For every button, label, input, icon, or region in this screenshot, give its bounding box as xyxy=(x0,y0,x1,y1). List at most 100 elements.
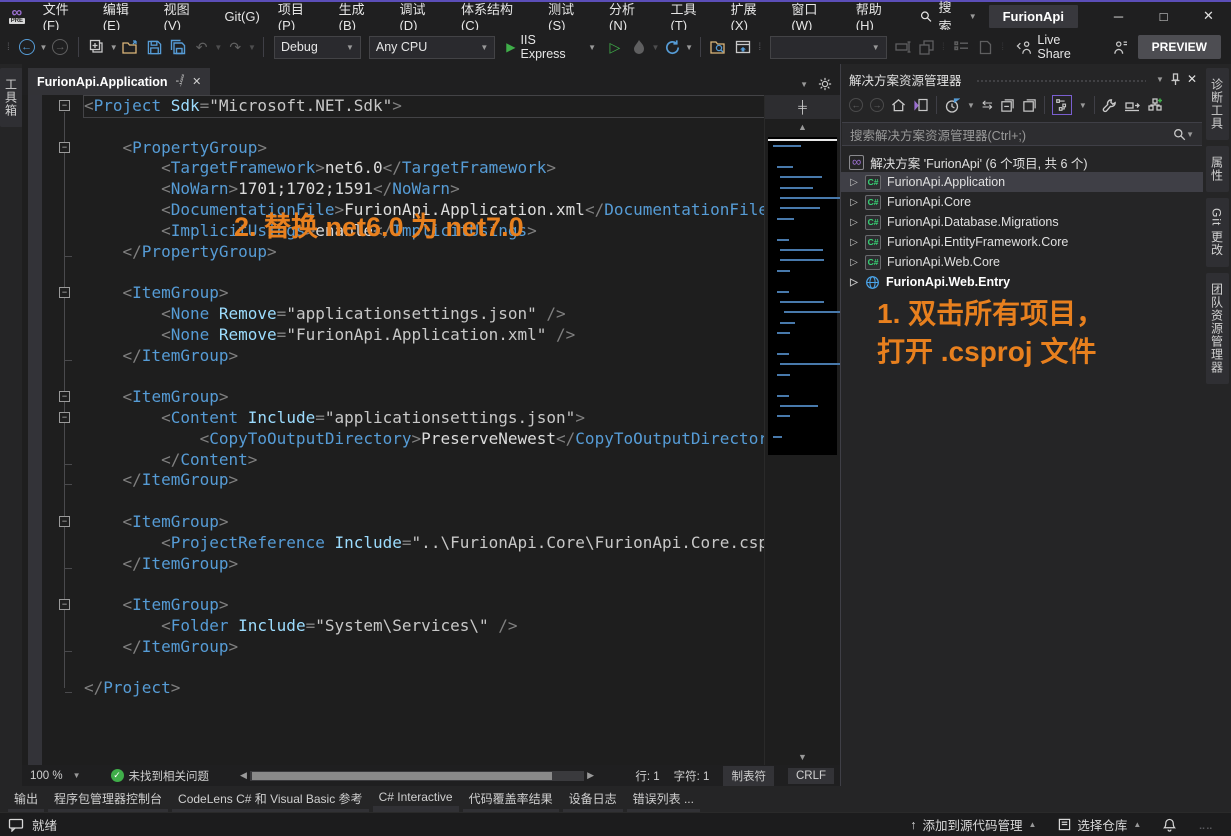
menu-item[interactable]: 扩展(X) xyxy=(722,2,783,30)
code-line[interactable] xyxy=(84,117,764,138)
menu-item[interactable]: 体系结构(C) xyxy=(452,2,539,30)
task-list-icon[interactable] xyxy=(951,35,973,59)
tool-window-tab[interactable]: 工具箱 xyxy=(0,68,23,127)
code-line[interactable] xyxy=(84,574,764,595)
solution-root-row[interactable]: ∞ 解决方案 'FurionApi' (6 个项目, 共 6 个) xyxy=(841,152,1203,172)
close-button[interactable]: ✕ xyxy=(1186,2,1231,30)
project-tree-item[interactable]: ▷C#FurionApi.Application xyxy=(841,172,1203,192)
scroll-left-icon[interactable]: ◀ xyxy=(237,770,250,781)
code-line[interactable]: <NoWarn>1701;1702;1591</NoWarn> xyxy=(84,179,764,200)
fold-collapse-icon[interactable]: − xyxy=(59,412,70,423)
code-line[interactable]: <CopyToOutputDirectory>PreserveNewest</C… xyxy=(84,429,764,450)
fold-collapse-icon[interactable]: − xyxy=(59,516,70,527)
scroll-down-icon[interactable]: ▼ xyxy=(765,749,840,765)
solution-explorer-search[interactable]: 搜索解决方案资源管理器(Ctrl+;) ▼ xyxy=(842,122,1202,146)
toolbar-grip[interactable]: ⁞ xyxy=(7,42,11,53)
select-repository-button[interactable]: 选择仓库 ▲ xyxy=(1058,815,1141,834)
expand-chevron-icon[interactable]: ▷ xyxy=(849,197,859,208)
new-project-dropdown[interactable]: ▼ xyxy=(110,43,118,52)
find-in-files-icon[interactable] xyxy=(708,35,730,59)
se-filter-dropdown[interactable]: ▼ xyxy=(967,101,975,110)
menu-item[interactable]: 分析(N) xyxy=(600,2,662,30)
se-search-dropdown[interactable]: ▼ xyxy=(1186,130,1194,139)
se-sync-icon[interactable]: ⇆ xyxy=(982,97,993,113)
open-file-icon[interactable] xyxy=(120,35,142,59)
tool-window-tab[interactable]: 属性 xyxy=(1206,146,1229,192)
pin-icon[interactable]: -𝅂 xyxy=(176,75,185,88)
restart-dropdown[interactable]: ▼ xyxy=(685,43,693,52)
menu-item[interactable]: 项目(P) xyxy=(269,2,330,30)
fold-collapse-icon[interactable]: − xyxy=(59,142,70,153)
code-line[interactable]: <ProjectReference Include="..\FurionApi.… xyxy=(84,533,764,554)
menu-item[interactable]: 测试(S) xyxy=(539,2,600,30)
navigate-back-dropdown[interactable]: ▼ xyxy=(39,43,47,52)
menu-item[interactable]: 视图(V) xyxy=(155,2,216,30)
document-tab[interactable]: FurionApi.Application -𝅂 ✕ xyxy=(28,68,210,95)
project-tree-item[interactable]: ▷C#FurionApi.Core xyxy=(841,192,1203,212)
resize-grip[interactable]: ⣀⣀ xyxy=(1198,819,1213,830)
code-health-indicator[interactable]: ✓ 未找到相关问题 xyxy=(111,768,210,784)
se-sync-with-active-document-icon[interactable] xyxy=(1052,95,1072,115)
menu-item[interactable]: 帮助(H) xyxy=(847,2,909,30)
code-line[interactable]: </Content> xyxy=(84,450,764,471)
tool-window-tab[interactable]: 团队资源管理器 xyxy=(1206,273,1229,384)
code-line[interactable] xyxy=(84,491,764,512)
project-tree-item[interactable]: ▷C#FurionApi.EntityFramework.Core xyxy=(841,232,1203,252)
panel-options-icon[interactable]: ▼ xyxy=(1156,75,1164,84)
code-line[interactable]: <Folder Include="System\Services\" /> xyxy=(84,616,764,637)
scroll-right-icon[interactable]: ▶ xyxy=(584,770,597,781)
se-forward-icon[interactable]: → xyxy=(870,98,884,112)
maximize-button[interactable]: □ xyxy=(1141,2,1186,30)
new-project-icon[interactable] xyxy=(86,35,108,59)
expand-chevron-icon[interactable]: ▷ xyxy=(849,217,859,228)
code-line[interactable]: <ItemGroup> xyxy=(84,283,764,304)
splitter-handle-icon[interactable]: ╪ xyxy=(765,95,840,119)
panel-drag-handle[interactable] xyxy=(976,79,1147,84)
feedback-bubble-icon[interactable] xyxy=(8,818,24,832)
redo-dropdown[interactable]: ▼ xyxy=(248,43,256,52)
se-switch-views-icon[interactable] xyxy=(913,98,929,113)
menu-item[interactable]: 工具(T) xyxy=(662,2,722,30)
panel-pin-icon[interactable] xyxy=(1170,73,1181,86)
tool-window-tab[interactable]: 诊断工具 xyxy=(1206,68,1229,140)
navigate-back-icon[interactable]: ← xyxy=(16,35,38,59)
code-line[interactable]: <Project Sdk="Microsoft.NET.Sdk"> xyxy=(84,96,764,117)
menu-item[interactable]: 编辑(E) xyxy=(94,2,155,30)
se-properties-wrench-icon[interactable] xyxy=(1102,98,1117,113)
scroll-up-icon[interactable]: ▲ xyxy=(765,119,840,135)
menu-item[interactable]: 生成(B) xyxy=(330,2,391,30)
fold-collapse-icon[interactable]: − xyxy=(59,599,70,610)
code-line[interactable] xyxy=(84,658,764,679)
redo-icon[interactable]: ↷ xyxy=(224,35,246,59)
code-line[interactable] xyxy=(84,262,764,283)
save-icon[interactable] xyxy=(143,35,165,59)
toolbar-overflow[interactable]: ⁞ xyxy=(758,42,762,53)
code-editor[interactable]: −−−−−−− <Project Sdk="Microsoft.NET.Sdk"… xyxy=(22,95,764,765)
code-line[interactable]: <TargetFramework>net6.0</TargetFramework… xyxy=(84,158,764,179)
fold-collapse-icon[interactable]: − xyxy=(59,100,70,111)
editor-options-gear-icon[interactable] xyxy=(818,77,832,91)
code-line[interactable]: <ItemGroup> xyxy=(84,595,764,616)
se-show-all-files-icon[interactable] xyxy=(1124,99,1140,112)
expand-chevron-icon[interactable]: ▷ xyxy=(849,257,859,268)
empty-combobox[interactable]: ▼ xyxy=(770,36,887,59)
editor-scrollbar-minimap[interactable]: ╪ ▲ ▼ xyxy=(764,95,840,765)
code-line[interactable]: <None Remove="applicationsettings.json" … xyxy=(84,304,764,325)
document-outline-icon[interactable] xyxy=(975,35,997,59)
code-line[interactable]: <None Remove="FurionApi.Application.xml"… xyxy=(84,325,764,346)
eol-indicator[interactable]: CRLF xyxy=(788,768,834,784)
preview-changes-icon[interactable] xyxy=(915,35,937,59)
restart-app-icon[interactable] xyxy=(661,35,683,59)
minimize-button[interactable]: ─ xyxy=(1096,2,1141,30)
tool-window-tab[interactable]: Git 更改 xyxy=(1206,198,1229,267)
live-share-button[interactable]: Live Share xyxy=(1010,35,1101,59)
code-line[interactable]: </ItemGroup> xyxy=(84,346,764,367)
fold-collapse-icon[interactable]: − xyxy=(59,287,70,298)
se-home-icon[interactable] xyxy=(891,98,906,112)
hot-reload-dropdown[interactable]: ▼ xyxy=(651,43,659,52)
editor-fold-margin[interactable]: −−−−−−− xyxy=(56,95,74,765)
undo-dropdown[interactable]: ▼ xyxy=(214,43,222,52)
expand-chevron-icon[interactable]: ▷ xyxy=(849,177,859,188)
preview-button[interactable]: PREVIEW xyxy=(1138,35,1221,59)
solution-configuration-select[interactable]: Debug▼ xyxy=(274,36,361,59)
